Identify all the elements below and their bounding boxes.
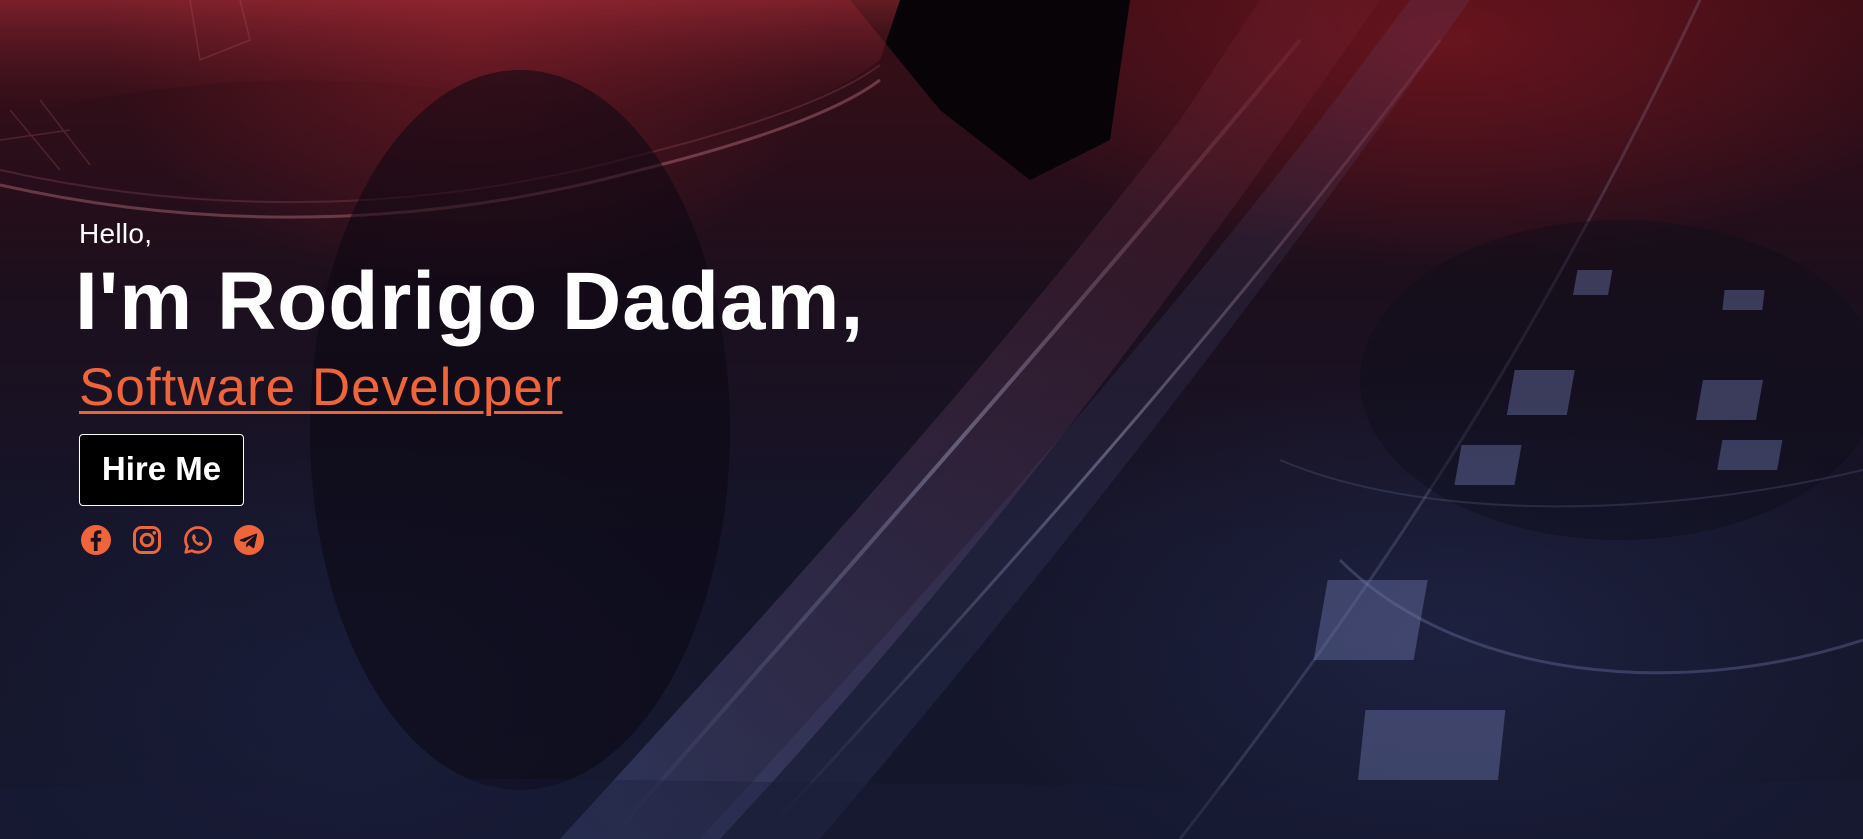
whatsapp-link[interactable] xyxy=(182,524,214,556)
social-links xyxy=(80,524,979,556)
whatsapp-icon xyxy=(184,526,212,554)
telegram-icon xyxy=(234,525,264,555)
instagram-icon xyxy=(133,526,161,554)
hero-name-heading: I'm Rodrigo Dadam, xyxy=(75,256,865,347)
greeting-text: Hello, xyxy=(79,218,153,249)
facebook-link[interactable] xyxy=(80,524,112,556)
hero-content: Hello, I'm Rodrigo Dadam, Software Devel… xyxy=(75,212,979,556)
hire-me-button[interactable]: Hire Me xyxy=(79,434,244,506)
hero-section: Hello, I'm Rodrigo Dadam, Software Devel… xyxy=(0,0,1863,839)
facebook-icon xyxy=(81,525,111,555)
telegram-link[interactable] xyxy=(233,524,265,556)
role-link[interactable]: Software Developer xyxy=(79,352,562,424)
instagram-link[interactable] xyxy=(131,524,163,556)
